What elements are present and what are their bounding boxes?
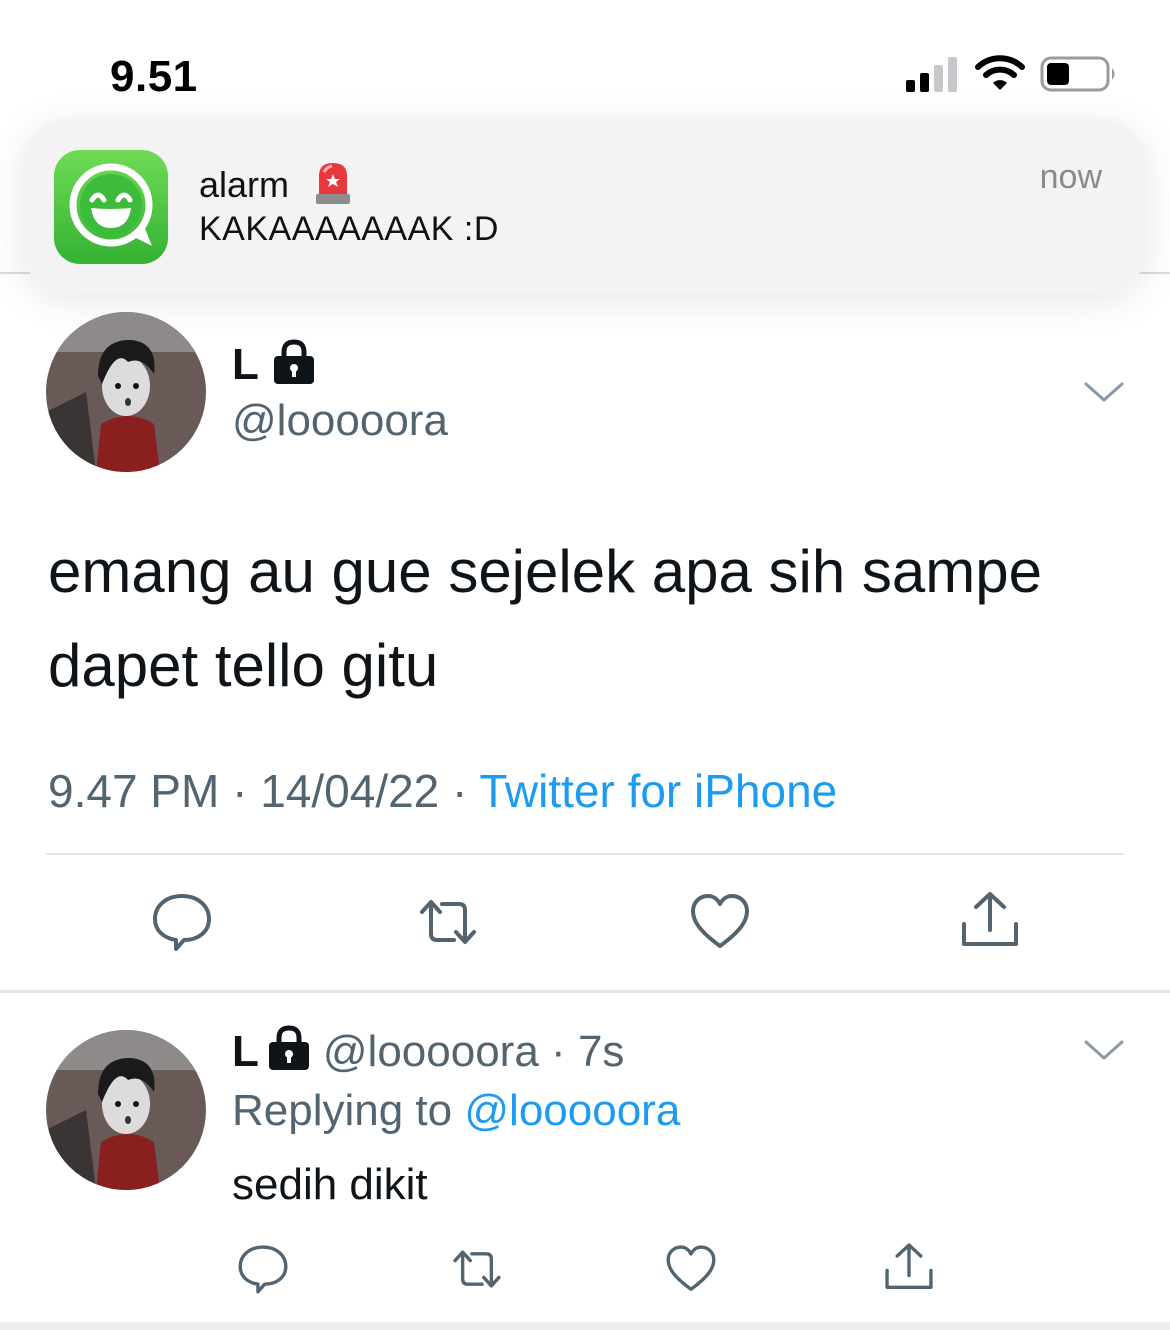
tweet-source-link[interactable]: Twitter for iPhone bbox=[479, 765, 837, 817]
wifi-icon bbox=[975, 55, 1025, 90]
notification-banner[interactable]: alarm KAKAAAAAAAK :D now bbox=[24, 120, 1146, 294]
retweet-icon[interactable] bbox=[416, 890, 480, 954]
share-icon[interactable] bbox=[882, 1240, 936, 1294]
share-icon[interactable] bbox=[958, 888, 1022, 952]
like-icon[interactable] bbox=[688, 890, 752, 954]
display-name[interactable]: L bbox=[232, 340, 259, 390]
display-name[interactable]: L bbox=[232, 1027, 259, 1076]
reply-text: sedih dikit bbox=[232, 1160, 428, 1209]
police-siren-emoji bbox=[316, 163, 350, 204]
tweet-time: 9.47 PM bbox=[48, 765, 220, 817]
avatar[interactable] bbox=[46, 312, 206, 472]
battery-icon bbox=[1040, 56, 1115, 92]
notification-time: now bbox=[1039, 158, 1102, 196]
notification-title: alarm bbox=[199, 164, 290, 205]
divider bbox=[46, 853, 1124, 855]
replying-to: Replying to @looooora bbox=[232, 1086, 680, 1136]
section-separator bbox=[0, 990, 1170, 993]
cellular-signal-icon bbox=[906, 57, 957, 92]
chevron-down-icon[interactable] bbox=[1082, 1036, 1126, 1064]
username-handle[interactable]: @looooora bbox=[323, 1027, 539, 1076]
reply-header: L @looooora · 7s bbox=[232, 1024, 624, 1077]
meta-separator: · bbox=[452, 765, 468, 817]
reply-icon[interactable] bbox=[150, 890, 214, 954]
mention-link[interactable]: @looooora bbox=[464, 1086, 680, 1135]
status-time: 9.51 bbox=[110, 52, 198, 101]
chevron-down-icon[interactable] bbox=[1082, 378, 1126, 406]
retweet-icon[interactable] bbox=[450, 1242, 504, 1296]
tweet-meta: 9.47 PM · 14/04/22 · Twitter for iPhone bbox=[48, 764, 837, 818]
meta-separator: · bbox=[551, 1027, 566, 1076]
reply-age: 7s bbox=[577, 1027, 625, 1076]
reply-icon[interactable] bbox=[236, 1242, 290, 1296]
avatar[interactable] bbox=[46, 1030, 206, 1190]
tweet-date: 14/04/22 bbox=[260, 765, 440, 817]
replying-label: Replying to bbox=[232, 1086, 453, 1135]
tweet-text: emang au gue sejelek apa sih sampe dapet… bbox=[48, 538, 1042, 699]
username-handle[interactable]: @looooora bbox=[232, 396, 448, 446]
meta-separator: · bbox=[232, 765, 248, 817]
notification-body: KAKAAAAAAAK :D bbox=[199, 210, 499, 248]
like-icon[interactable] bbox=[664, 1242, 718, 1296]
whatsapp-icon bbox=[54, 150, 168, 264]
lock-icon bbox=[268, 1025, 309, 1070]
bottom-separator bbox=[0, 1322, 1170, 1330]
lock-icon bbox=[274, 339, 314, 384]
